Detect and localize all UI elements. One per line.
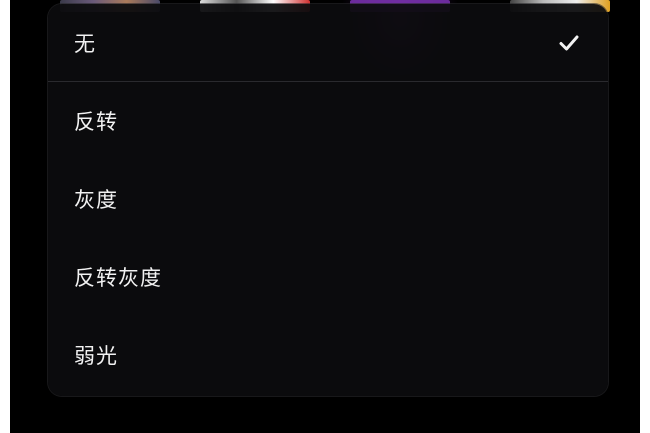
screen: 无 反转 灰度 反转灰度 弱光 (0, 0, 650, 433)
frame-border-left (0, 0, 10, 433)
menu-item-label: 反转 (74, 110, 118, 134)
color-filter-menu: 无 反转 灰度 反转灰度 弱光 (48, 4, 608, 396)
menu-item-invert[interactable]: 反转 (48, 82, 608, 160)
checkmark-icon (559, 35, 579, 50)
frame-border-right (640, 0, 650, 433)
menu-item-low-light[interactable]: 弱光 (48, 316, 608, 394)
menu-item-label: 无 (74, 31, 96, 56)
menu-item-label: 弱光 (74, 344, 118, 368)
menu-item-invert-grayscale[interactable]: 反转灰度 (48, 238, 608, 316)
menu-item-label: 反转灰度 (74, 266, 162, 290)
menu-item-label: 灰度 (74, 188, 118, 212)
menu-item-grayscale[interactable]: 灰度 (48, 160, 608, 238)
menu-item-none[interactable]: 无 (48, 4, 608, 82)
